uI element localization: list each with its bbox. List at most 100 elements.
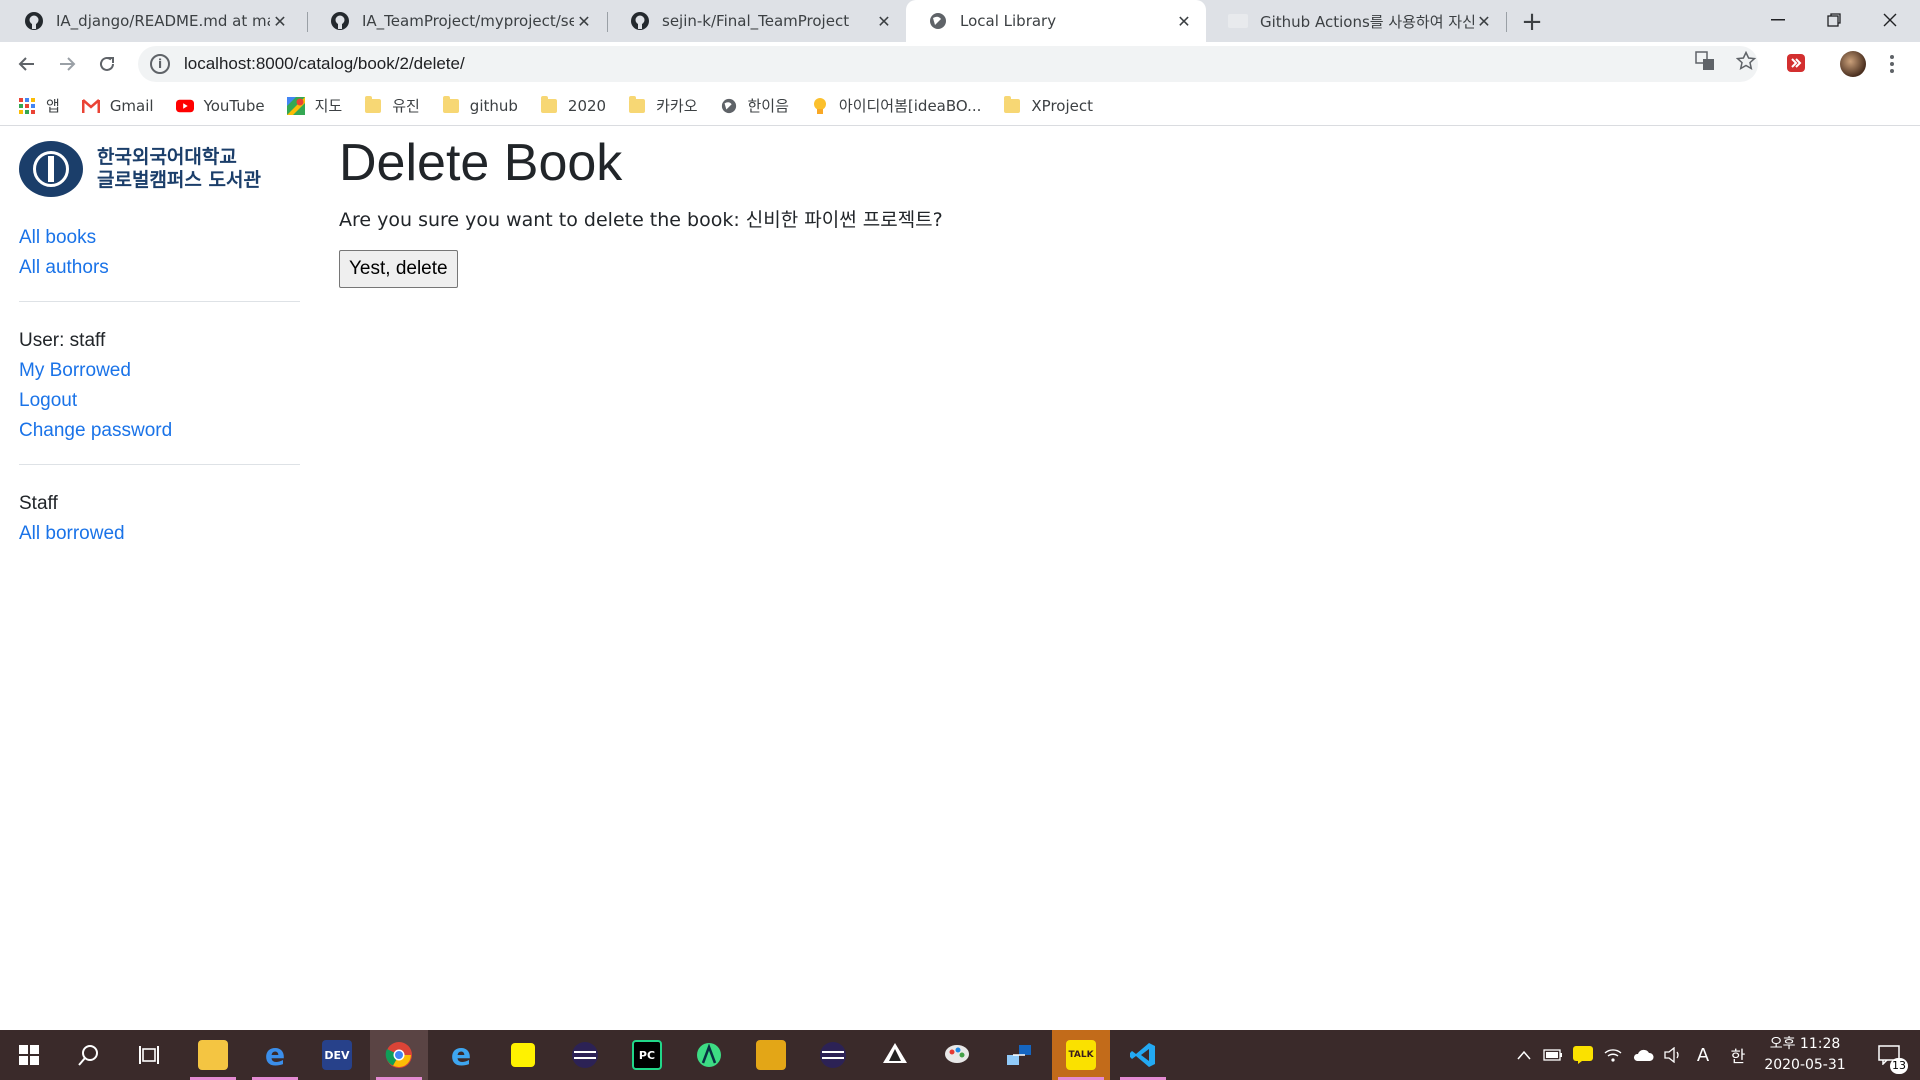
wifi-icon[interactable] xyxy=(1600,1030,1626,1080)
close-icon[interactable]: ✕ xyxy=(574,11,594,31)
bookmark-gmail[interactable]: Gmail xyxy=(81,96,154,115)
confirm-delete-button[interactable]: Yest, delete xyxy=(339,250,458,288)
taskbar-kakaotalk[interactable]: TALK xyxy=(1052,1030,1110,1080)
tab-final-teamproject[interactable]: sejin-k/Final_TeamProject ✕ xyxy=(608,0,906,42)
taskbar-paint[interactable] xyxy=(928,1030,986,1080)
search-button[interactable] xyxy=(60,1030,118,1080)
minimize-button[interactable] xyxy=(1750,0,1806,40)
url-text[interactable]: localhost:8000/catalog/book/2/delete/ xyxy=(184,54,465,74)
tab-local-library[interactable]: Local Library ✕ xyxy=(906,0,1206,42)
volume-icon[interactable] xyxy=(1660,1030,1686,1080)
bookmark-ideabom[interactable]: 아이디어봄[ideaBO... xyxy=(811,95,982,116)
close-icon[interactable]: ✕ xyxy=(874,11,894,31)
profile-avatar[interactable] xyxy=(1840,51,1866,77)
bookmark-folder-xproject[interactable]: XProject xyxy=(1003,95,1093,115)
clock-date: 2020-05-31 xyxy=(1764,1057,1846,1073)
onedrive-icon[interactable] xyxy=(1630,1030,1656,1080)
address-bar[interactable]: i localhost:8000/catalog/book/2/delete/ xyxy=(138,46,1758,82)
library-logo[interactable]: 한국외국어대학교 글로벌캠퍼스 도서관 xyxy=(19,140,300,198)
tab-ia-teamproject[interactable]: IA_TeamProject/myproject/search ✕ xyxy=(308,0,606,42)
page-title: Delete Book xyxy=(339,134,623,192)
menu-kebab-icon[interactable] xyxy=(1885,50,1899,78)
taskbar-eclipse-2[interactable] xyxy=(804,1030,862,1080)
close-icon[interactable]: ✕ xyxy=(270,11,290,31)
taskbar-android-studio[interactable] xyxy=(680,1030,738,1080)
bookmark-maps[interactable]: 지도 xyxy=(286,95,343,116)
taskbar-chrome[interactable] xyxy=(370,1030,428,1080)
ime-language-indicator[interactable]: A xyxy=(1690,1030,1716,1080)
task-view-button[interactable] xyxy=(120,1030,178,1080)
taskbar-inkscape[interactable] xyxy=(866,1030,924,1080)
kakaotalk-tray-icon[interactable] xyxy=(1570,1030,1596,1080)
start-button[interactable] xyxy=(0,1030,58,1080)
tab-ia-django[interactable]: IA_django/README.md at master ✕ xyxy=(2,0,302,42)
notification-center-button[interactable]: 13 xyxy=(1864,1030,1914,1080)
ime-mode-indicator[interactable]: 한 xyxy=(1724,1030,1752,1080)
taskbar-file-explorer[interactable] xyxy=(184,1030,242,1080)
taskbar-pycharm[interactable]: PC xyxy=(618,1030,676,1080)
all-authors-link[interactable]: All authors xyxy=(19,253,300,283)
battery-icon[interactable] xyxy=(1540,1030,1566,1080)
taskbar-edge[interactable]: e xyxy=(246,1030,304,1080)
close-icon[interactable]: ✕ xyxy=(1174,11,1194,31)
all-borrowed-link[interactable]: All borrowed xyxy=(19,519,300,549)
taskbar-sticky-notes[interactable] xyxy=(494,1030,552,1080)
site-icon xyxy=(1228,11,1248,31)
bookmark-label: Gmail xyxy=(109,96,154,115)
bookmark-star-icon[interactable] xyxy=(1735,50,1757,72)
taskbar-clock[interactable]: 오후 11:28 2020-05-31 xyxy=(1760,1034,1850,1076)
logout-link[interactable]: Logout xyxy=(19,386,300,416)
close-icon[interactable]: ✕ xyxy=(1474,11,1494,31)
android-studio-icon xyxy=(697,1043,721,1067)
bookmark-youtube[interactable]: YouTube xyxy=(175,97,265,115)
tray-overflow-icon[interactable] xyxy=(1512,1030,1536,1080)
globe-icon xyxy=(928,11,948,31)
eclipse-icon xyxy=(572,1042,598,1068)
eclipse-icon xyxy=(820,1042,846,1068)
logo-line1: 한국외국어대학교 xyxy=(97,146,237,168)
bookmark-label: 지도 xyxy=(314,97,343,115)
taskbar-app-yellow[interactable] xyxy=(742,1030,800,1080)
tab-title: sejin-k/Final_TeamProject xyxy=(662,12,850,30)
bookmark-label: 유진 xyxy=(392,97,420,115)
bookmark-label: 아이디어봄[ideaBO... xyxy=(838,97,982,115)
forward-button[interactable] xyxy=(51,48,83,80)
taskbar-devcpp[interactable]: DEV xyxy=(308,1030,366,1080)
folder-icon xyxy=(1003,95,1021,115)
main-content: Delete Book Are you sure you want to del… xyxy=(339,127,1839,288)
sticky-notes-icon xyxy=(511,1043,535,1067)
translate-icon[interactable] xyxy=(1694,50,1716,72)
new-tab-button[interactable]: + xyxy=(1518,7,1546,37)
change-password-link[interactable]: Change password xyxy=(19,416,300,446)
bookmark-folder-github[interactable]: github xyxy=(442,95,518,115)
tab-github-actions[interactable]: Github Actions를 사용하여 자신 ✕ xyxy=(1206,0,1506,42)
bookmark-haneum[interactable]: 한이음 xyxy=(720,95,789,116)
tab-title: Local Library xyxy=(960,12,1057,30)
lightbulb-icon xyxy=(811,97,829,115)
arrow-right-icon xyxy=(60,57,76,71)
folder-icon xyxy=(442,95,460,115)
all-books-link[interactable]: All books xyxy=(19,223,300,253)
taskbar-eclipse[interactable] xyxy=(556,1030,614,1080)
taskbar-vscode[interactable] xyxy=(1114,1030,1172,1080)
info-icon[interactable]: i xyxy=(150,54,170,74)
my-borrowed-link[interactable]: My Borrowed xyxy=(19,356,300,386)
bookmark-folder-kakao[interactable]: 카카오 xyxy=(628,95,698,116)
restore-button[interactable] xyxy=(1806,0,1862,40)
bookmark-apps[interactable]: 앱 xyxy=(18,95,60,116)
bookmark-folder-2020[interactable]: 2020 xyxy=(540,95,607,115)
maps-icon xyxy=(286,96,305,115)
taskbar-network-tool[interactable] xyxy=(990,1030,1048,1080)
bookmark-folder-yujin[interactable]: 유진 xyxy=(364,95,420,116)
close-window-button[interactable] xyxy=(1862,0,1918,40)
folder-icon xyxy=(540,95,558,115)
bookmark-label: 앱 xyxy=(46,97,60,115)
youtube-icon xyxy=(175,97,194,115)
github-icon xyxy=(630,11,650,31)
extension-icon[interactable] xyxy=(1786,53,1806,73)
bookmark-label: 2020 xyxy=(567,96,607,115)
reload-button[interactable] xyxy=(91,48,123,80)
back-button[interactable] xyxy=(11,48,43,80)
taskbar-ie[interactable]: e xyxy=(432,1030,490,1080)
university-seal-icon xyxy=(19,141,83,197)
